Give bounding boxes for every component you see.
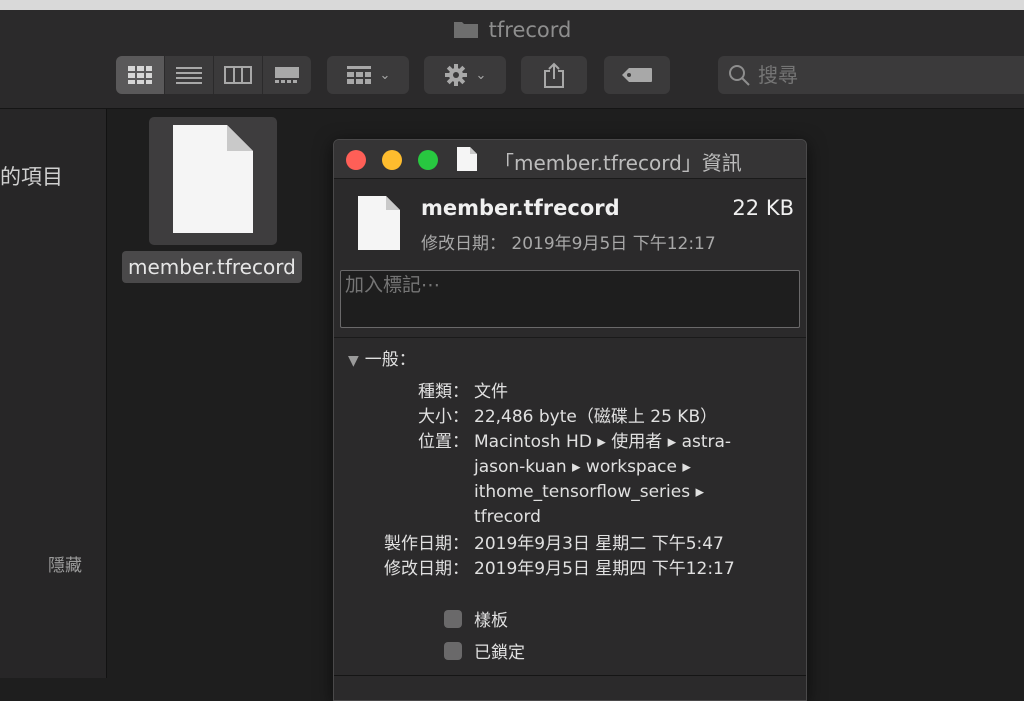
info-value: 22,486 byte（磁碟上 25 KB）	[474, 407, 718, 427]
column-view-button[interactable]	[214, 56, 263, 94]
info-value: 2019年9月5日 星期四 下午12:17	[474, 559, 735, 579]
info-file-name: member.tfrecord	[421, 196, 620, 220]
screen-top-edge	[0, 0, 1024, 10]
document-icon	[358, 196, 400, 250]
info-window-title: 「member.tfrecord」資訊	[494, 151, 742, 175]
location-path-line: tfrecord	[474, 507, 541, 527]
location-path-line: ithome_tensorflow_series ▸	[474, 482, 705, 502]
info-key: 大小：	[418, 407, 469, 427]
stationery-checkbox[interactable]: 樣板	[444, 606, 508, 631]
checkbox-label: 樣板	[474, 611, 508, 631]
search-input[interactable]	[756, 62, 1000, 88]
search-field[interactable]	[718, 56, 1024, 94]
tag-icon	[622, 68, 652, 82]
icon-view-button[interactable]	[116, 56, 165, 94]
info-key: 種類：	[418, 382, 469, 402]
list-view-button[interactable]	[165, 56, 214, 94]
zoom-button[interactable]	[418, 150, 438, 170]
info-key: 修改日期：	[384, 559, 469, 579]
info-value: 2019年9月3日 星期二 下午5:47	[474, 534, 724, 554]
search-icon	[729, 65, 750, 86]
info-key: 位置：	[418, 432, 469, 452]
tag-button[interactable]	[604, 56, 670, 94]
chevron-down-icon: ⌄	[475, 67, 487, 83]
disclosure-triangle-icon: ▼	[348, 353, 359, 369]
file-name-label[interactable]: member.tfrecord	[122, 251, 302, 283]
gallery-view-icon	[275, 67, 299, 83]
divider	[334, 675, 806, 676]
window-title: tfrecord	[0, 18, 1024, 42]
location-path-line: jason-kuan ▸ workspace ▸	[474, 457, 691, 477]
share-button[interactable]	[521, 56, 587, 94]
action-menu-button[interactable]: ⌄	[424, 56, 506, 94]
group-by-icon	[346, 66, 371, 84]
chevron-down-icon: ⌄	[379, 67, 391, 83]
info-file-size: 22 KB	[732, 196, 794, 220]
document-icon	[457, 147, 477, 171]
info-value: Macintosh HD ▸ 使用者 ▸ astra- jason-kuan ▸…	[474, 430, 794, 530]
close-button[interactable]	[346, 150, 366, 170]
info-row-location: 位置： Macintosh HD ▸ 使用者 ▸ astra- jason-ku…	[334, 430, 806, 530]
checkbox-box[interactable]	[444, 641, 462, 660]
finder-toolbar: tfrecord ⌄ ⌄	[0, 10, 1024, 109]
sidebar: 的項目 隱藏	[0, 109, 107, 678]
general-section-toggle[interactable]: ▼ 一般：	[348, 345, 416, 370]
document-icon	[173, 125, 253, 233]
general-section-label: 一般：	[364, 350, 416, 370]
checkbox-label: 已鎖定	[474, 643, 525, 663]
list-view-icon	[176, 67, 202, 84]
info-titlebar: 「member.tfrecord」資訊	[334, 140, 806, 179]
gear-icon	[444, 64, 467, 86]
sidebar-hide-toggle[interactable]: 隱藏	[48, 551, 82, 576]
view-mode-control	[116, 56, 311, 94]
tag-input[interactable]	[343, 273, 787, 297]
minimize-button[interactable]	[382, 150, 402, 170]
location-path-line: Macintosh HD ▸ 使用者 ▸ astra-	[474, 432, 732, 452]
info-modified-summary: 修改日期： 2019年9月5日 下午12:17	[421, 234, 716, 254]
column-view-icon	[224, 66, 252, 84]
gallery-view-button[interactable]	[263, 56, 311, 94]
tag-field[interactable]	[340, 270, 800, 328]
locked-checkbox[interactable]: 已鎖定	[444, 638, 525, 663]
icon-view-icon	[128, 66, 152, 84]
divider	[334, 337, 806, 338]
file-icon-tile[interactable]	[149, 117, 277, 245]
checkbox-box[interactable]	[444, 609, 462, 628]
group-by-button[interactable]: ⌄	[327, 56, 409, 94]
folder-icon	[453, 22, 478, 38]
get-info-window: 「member.tfrecord」資訊 member.tfrecord 22 K…	[333, 139, 807, 701]
info-key: 製作日期：	[384, 534, 469, 554]
sidebar-item-recents[interactable]: 的項目	[0, 161, 63, 191]
share-icon	[544, 62, 564, 88]
info-value: 文件	[474, 382, 508, 402]
